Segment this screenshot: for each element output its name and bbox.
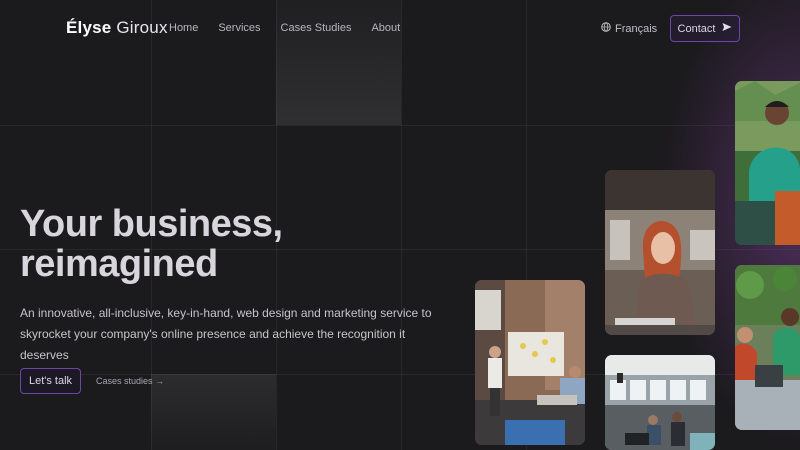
lets-talk-button[interactable]: Let's talk [20, 368, 81, 394]
smiling-man-plants-photo [735, 81, 800, 245]
nav-link-services[interactable]: Services [218, 22, 260, 34]
send-icon [722, 22, 732, 35]
office-coworkers-photo [605, 355, 715, 450]
woman-laptop-photo [605, 170, 715, 335]
hero-description: An innovative, all-inclusive, key-in-han… [20, 303, 440, 366]
nav-link-about[interactable]: About [371, 22, 400, 34]
hero-title-line2: reimagined [20, 243, 218, 285]
brand-first-name: Élyse [66, 18, 112, 37]
language-label: Français [615, 22, 658, 35]
hero-title-line1: Your business, [20, 203, 283, 245]
hero-title: Your business, reimagined [20, 204, 320, 284]
top-nav: Élyse Giroux Home Services Cases Studies… [0, 0, 800, 56]
globe-icon [601, 22, 611, 35]
nav-links: Home Services Cases Studies About [169, 22, 400, 34]
language-switch[interactable]: Français [601, 22, 657, 35]
contact-button[interactable]: Contact [670, 15, 740, 42]
group-discussion-photo [735, 265, 800, 430]
contact-label: Contact [677, 22, 716, 35]
brand-last-name: Giroux [116, 18, 168, 37]
hero-description-line1: An innovative, all-inclusive, key-in-han… [20, 306, 432, 320]
cases-studies-link[interactable]: Cases studies → [96, 376, 164, 386]
brand-logo[interactable]: Élyse Giroux [66, 18, 168, 38]
nav-link-home[interactable]: Home [169, 22, 198, 34]
nav-link-cases-studies[interactable]: Cases Studies [281, 22, 352, 34]
hero-description-line2: skyrocket your company's online presence… [20, 327, 406, 362]
presentation-whiteboard-photo [475, 280, 585, 445]
